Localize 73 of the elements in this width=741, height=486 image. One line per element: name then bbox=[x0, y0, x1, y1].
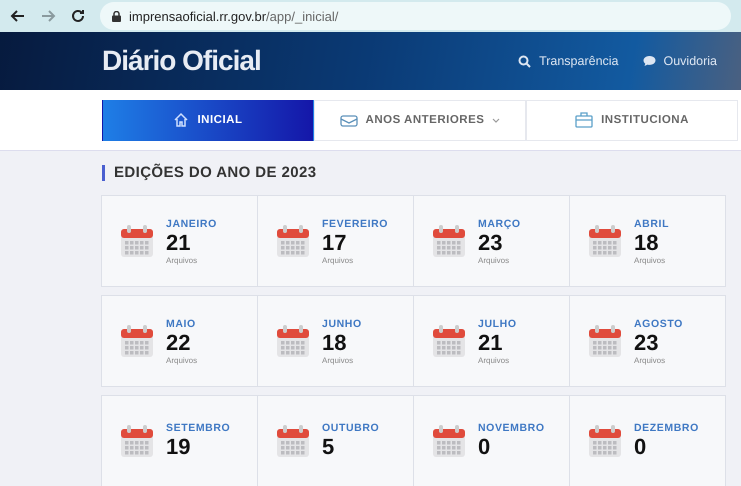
files-label: Arquivos bbox=[322, 256, 354, 264]
calendar-icon bbox=[588, 224, 622, 258]
month-name: NOVEMBRO bbox=[478, 422, 545, 434]
calendar-icon bbox=[588, 424, 622, 458]
lock-icon bbox=[112, 10, 121, 22]
files-label: Arquivos bbox=[634, 256, 666, 264]
file-count: 21 bbox=[478, 330, 504, 356]
month-name: JULHO bbox=[478, 318, 517, 330]
calendar-icon bbox=[432, 224, 466, 258]
calendar-icon bbox=[120, 324, 154, 358]
file-count: 19 bbox=[166, 434, 192, 460]
chat-icon bbox=[642, 55, 656, 67]
month-card[interactable]: MAIO 22 Arquivos bbox=[101, 295, 258, 387]
file-count: 18 bbox=[634, 230, 660, 256]
files-label: Arquivos bbox=[166, 356, 198, 364]
files-label: Arquivos bbox=[634, 356, 666, 364]
envelope-icon bbox=[340, 113, 358, 127]
month-card[interactable]: AGOSTO 23 Arquivos bbox=[569, 295, 726, 387]
month-card[interactable]: FEVEREIRO 17 Arquivos bbox=[257, 195, 414, 287]
month-name: SETEMBRO bbox=[166, 422, 230, 434]
section-title: EDIÇÕES DO ANO DE 2023 bbox=[102, 165, 727, 181]
briefcase-icon bbox=[575, 112, 594, 128]
address-bar[interactable]: imprensaoficial.rr.gov.br/app/_inicial/ bbox=[100, 2, 731, 30]
header-link[interactable]: Transparência bbox=[518, 54, 618, 68]
files-label: Arquivos bbox=[166, 256, 198, 264]
calendar-icon bbox=[276, 424, 310, 458]
calendar-icon bbox=[588, 324, 622, 358]
nav-tab[interactable]: INSTITUCIONA bbox=[526, 100, 738, 140]
calendar-icon bbox=[120, 424, 154, 458]
file-count: 17 bbox=[322, 230, 348, 256]
month-name: DEZEMBRO bbox=[634, 422, 699, 434]
month-name: ABRIL bbox=[634, 218, 670, 230]
site-title: Diário Oficial bbox=[102, 45, 262, 77]
header-link[interactable]: Ouvidoria bbox=[642, 54, 717, 68]
calendar-icon bbox=[432, 324, 466, 358]
month-card[interactable]: JANEIRO 21 Arquivos bbox=[101, 195, 258, 287]
files-label: Arquivos bbox=[478, 356, 510, 364]
search-icon bbox=[518, 54, 532, 68]
home-icon bbox=[173, 112, 190, 128]
month-card[interactable]: NOVEMBRO 0 bbox=[413, 395, 570, 486]
month-card[interactable]: JULHO 21 Arquivos bbox=[413, 295, 570, 387]
nav-tab[interactable]: INICIAL bbox=[102, 100, 314, 140]
reload-icon[interactable] bbox=[70, 8, 86, 24]
month-name: AGOSTO bbox=[634, 318, 683, 330]
month-card[interactable]: ABRIL 18 Arquivos bbox=[569, 195, 726, 287]
calendar-icon bbox=[432, 424, 466, 458]
file-count: 0 bbox=[478, 434, 492, 460]
files-label: Arquivos bbox=[478, 256, 510, 264]
back-icon[interactable] bbox=[10, 8, 26, 24]
month-name: OUTUBRO bbox=[322, 422, 380, 434]
file-count: 23 bbox=[478, 230, 504, 256]
file-count: 22 bbox=[166, 330, 192, 356]
nav-tab[interactable]: ANOS ANTERIORES bbox=[314, 100, 526, 140]
url-text: imprensaoficial.rr.gov.br/app/_inicial/ bbox=[129, 8, 338, 24]
file-count: 0 bbox=[634, 434, 648, 460]
month-name: JANEIRO bbox=[166, 218, 217, 230]
month-card[interactable]: OUTUBRO 5 bbox=[257, 395, 414, 486]
month-card[interactable]: JUNHO 18 Arquivos bbox=[257, 295, 414, 387]
month-name: MARÇO bbox=[478, 218, 521, 230]
month-card[interactable]: DEZEMBRO 0 bbox=[569, 395, 726, 486]
file-count: 23 bbox=[634, 330, 660, 356]
file-count: 21 bbox=[166, 230, 192, 256]
calendar-icon bbox=[120, 224, 154, 258]
file-count: 5 bbox=[322, 434, 336, 460]
month-card[interactable]: MARÇO 23 Arquivos bbox=[413, 195, 570, 287]
month-card[interactable]: SETEMBRO 19 bbox=[101, 395, 258, 486]
calendar-icon bbox=[276, 224, 310, 258]
files-label: Arquivos bbox=[322, 356, 354, 364]
file-count: 18 bbox=[322, 330, 348, 356]
calendar-icon bbox=[276, 324, 310, 358]
month-name: MAIO bbox=[166, 318, 197, 330]
month-name: JUNHO bbox=[322, 318, 362, 330]
month-name: FEVEREIRO bbox=[322, 218, 388, 230]
